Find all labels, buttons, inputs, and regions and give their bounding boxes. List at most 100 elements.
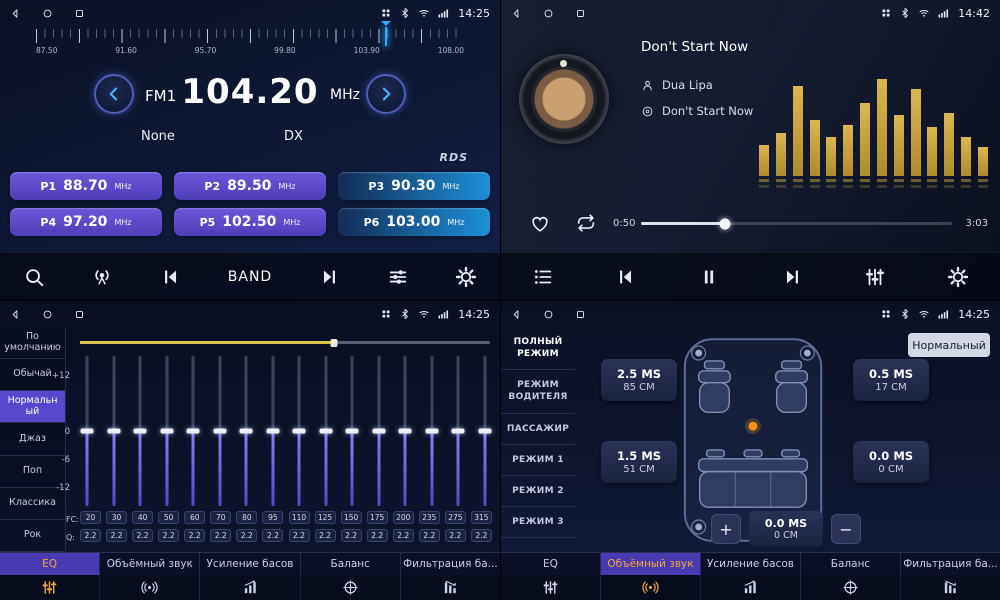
tab-balance-icon-cell[interactable]: [301, 575, 401, 600]
tab-bass-boost[interactable]: Усиление басов: [200, 553, 300, 575]
tab-filter[interactable]: Фильтрация ба...: [401, 553, 500, 575]
sound-profile-button[interactable]: Нормальный: [908, 333, 990, 357]
tab-bass-icon-cell[interactable]: [701, 575, 801, 600]
recents-icon[interactable]: [575, 309, 586, 320]
tab-filter[interactable]: Фильтрация ба...: [901, 553, 1000, 575]
mode-2[interactable]: РЕЖИМ 2: [501, 476, 575, 507]
eq-band-slider[interactable]: [186, 356, 200, 506]
eq-preset-default[interactable]: По умолчанию: [0, 327, 65, 359]
tab-balance-icon-cell[interactable]: [801, 575, 901, 600]
delay-increase-button[interactable]: +: [711, 514, 741, 544]
playlist-icon[interactable]: [532, 266, 554, 288]
delay-ms-value: 2.5 MS: [617, 367, 661, 381]
back-icon[interactable]: [10, 309, 21, 320]
stations-broadcast-icon[interactable]: [91, 266, 113, 288]
preset-p5[interactable]: P5 102.50 MHz: [174, 208, 326, 236]
apps-grid-icon[interactable]: [380, 7, 392, 19]
previous-station-icon[interactable]: [160, 266, 182, 288]
tab-balance[interactable]: Баланс: [801, 553, 901, 575]
eq-band-slider[interactable]: [478, 356, 492, 506]
home-icon[interactable]: [42, 8, 53, 19]
tab-filter-icon-cell[interactable]: [401, 575, 500, 600]
progress-bar[interactable]: [641, 222, 952, 225]
master-level-knob[interactable]: [331, 339, 338, 347]
tune-up-button[interactable]: [366, 74, 406, 114]
eq-preset-normal[interactable]: Нормальный: [0, 391, 65, 423]
eq-sliders: [80, 356, 492, 506]
tab-balance[interactable]: Баланс: [301, 553, 401, 575]
delay-rear-left[interactable]: 1.5 MS 51 CM: [601, 441, 677, 483]
eq-band-slider[interactable]: [160, 356, 174, 506]
gear-icon[interactable]: [947, 266, 969, 288]
equalizer-icon[interactable]: [864, 266, 886, 288]
eq-band-fc-value: 200: [393, 511, 414, 524]
eq-band-slider[interactable]: [266, 356, 280, 506]
tab-bass-icon-cell[interactable]: [200, 575, 300, 600]
master-level-slider[interactable]: [80, 341, 490, 344]
recents-icon[interactable]: [74, 8, 85, 19]
tab-surround-icon-cell[interactable]: [601, 575, 701, 600]
eq-band-fc-value: 30: [106, 511, 127, 524]
tab-bass-boost[interactable]: Усиление басов: [701, 553, 801, 575]
recents-icon[interactable]: [575, 8, 586, 19]
eq-band-slider[interactable]: [451, 356, 465, 506]
tab-surround[interactable]: Объёмный звук: [100, 553, 200, 575]
eq-band-slider[interactable]: [80, 356, 94, 506]
mode-driver[interactable]: РЕЖИМ ВОДИТЕЛЯ: [501, 370, 575, 413]
home-icon[interactable]: [543, 309, 554, 320]
search-icon[interactable]: [23, 266, 45, 288]
tab-eq[interactable]: EQ: [501, 553, 601, 575]
recents-icon[interactable]: [74, 309, 85, 320]
progress-knob[interactable]: [719, 218, 730, 229]
apps-grid-icon[interactable]: [880, 7, 892, 19]
tab-eq[interactable]: EQ: [0, 553, 100, 575]
previous-track-icon[interactable]: [615, 266, 637, 288]
back-icon[interactable]: [511, 8, 522, 19]
delay-decrease-button[interactable]: −: [831, 514, 861, 544]
eq-band-slider[interactable]: [319, 356, 333, 506]
tab-surround[interactable]: Объёмный звук: [601, 553, 701, 575]
back-icon[interactable]: [10, 8, 21, 19]
next-track-icon[interactable]: [781, 266, 803, 288]
eq-band-slider[interactable]: [107, 356, 121, 506]
eq-band-slider[interactable]: [425, 356, 439, 506]
eq-band-slider[interactable]: [133, 356, 147, 506]
delay-front-right[interactable]: 0.5 MS 17 CM: [853, 359, 929, 401]
preset-p1[interactable]: P1 88.70 MHz: [10, 172, 162, 200]
tab-filter-icon-cell[interactable]: [901, 575, 1000, 600]
tab-surround-icon-cell[interactable]: [100, 575, 200, 600]
mode-passenger[interactable]: ПАССАЖИР: [501, 414, 575, 445]
back-icon[interactable]: [511, 309, 522, 320]
gear-icon[interactable]: [455, 266, 477, 288]
mode-3[interactable]: РЕЖИМ 3: [501, 507, 575, 538]
preset-p3[interactable]: P3 90.30 MHz: [338, 172, 490, 200]
band-button[interactable]: BAND: [228, 269, 272, 285]
audio-settings-icon[interactable]: [387, 266, 409, 288]
repeat-icon[interactable]: [575, 212, 597, 234]
eq-preset-rock[interactable]: Рок: [0, 520, 65, 552]
tab-eq-icon-cell[interactable]: [0, 575, 100, 600]
eq-band-slider[interactable]: [398, 356, 412, 506]
home-icon[interactable]: [42, 309, 53, 320]
preset-p2[interactable]: P2 89.50 MHz: [174, 172, 326, 200]
pause-icon[interactable]: [698, 266, 720, 288]
home-icon[interactable]: [543, 8, 554, 19]
eq-band-slider[interactable]: [292, 356, 306, 506]
eq-band-slider[interactable]: [345, 356, 359, 506]
apps-grid-icon[interactable]: [880, 308, 892, 320]
mode-1[interactable]: РЕЖИМ 1: [501, 445, 575, 476]
eq-band-slider[interactable]: [239, 356, 253, 506]
tab-eq-icon-cell[interactable]: [501, 575, 601, 600]
eq-band-slider[interactable]: [213, 356, 227, 506]
preset-p6[interactable]: P6 103.00 MHz: [338, 208, 490, 236]
delay-rear-right[interactable]: 0.0 MS 0 CM: [853, 441, 929, 483]
apps-grid-icon[interactable]: [380, 308, 392, 320]
mode-full[interactable]: ПОЛНЫЙ РЕЖИМ: [501, 327, 575, 370]
next-station-icon[interactable]: [318, 266, 340, 288]
eq-band-slider[interactable]: [372, 356, 386, 506]
favorite-heart-icon[interactable]: [529, 212, 551, 234]
eq-sliders-icon: [542, 579, 559, 596]
delay-front-left[interactable]: 2.5 MS 85 CM: [601, 359, 677, 401]
preset-p4[interactable]: P4 97.20 MHz: [10, 208, 162, 236]
eq-band-fc-value: 125: [315, 511, 336, 524]
